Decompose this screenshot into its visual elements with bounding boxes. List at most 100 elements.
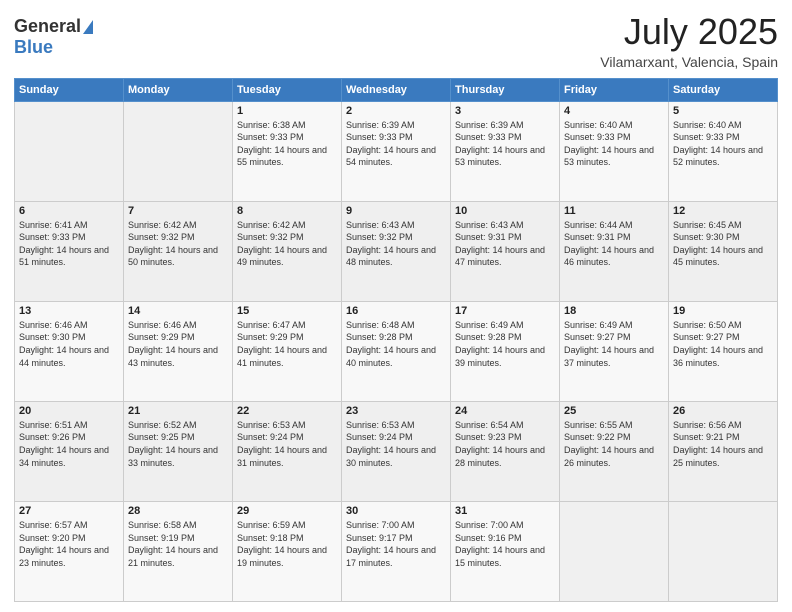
day-info: Sunrise: 6:48 AM Sunset: 9:28 PM Dayligh… [346, 319, 446, 369]
title-block: July 2025 Vilamarxant, Valencia, Spain [600, 12, 778, 70]
table-row: 5 Sunrise: 6:40 AM Sunset: 9:33 PM Daylig… [669, 101, 778, 201]
day-number: 26 [673, 405, 773, 417]
table-row: 13 Sunrise: 6:46 AM Sunset: 9:30 PM Dayli… [15, 301, 124, 401]
table-row: 27 Sunrise: 6:57 AM Sunset: 9:20 PM Dayli… [15, 501, 124, 601]
table-row [669, 501, 778, 601]
day-info: Sunrise: 6:51 AM Sunset: 9:26 PM Dayligh… [19, 419, 119, 469]
table-row: 1Sunrise: 6:38 AM Sunset: 9:33 PM Daylig… [233, 101, 342, 201]
day-number: 31 [455, 505, 555, 517]
table-row [15, 101, 124, 201]
day-number: 8 [237, 205, 337, 217]
day-number: 16 [346, 305, 446, 317]
table-row: 12 Sunrise: 6:45 AM Sunset: 9:30 PM Dayli… [669, 201, 778, 301]
table-row: 4 Sunrise: 6:40 AM Sunset: 9:33 PM Daylig… [560, 101, 669, 201]
calendar-header-row: Sunday Monday Tuesday Wednesday Thursday… [15, 78, 778, 101]
calendar-week-row: 27 Sunrise: 6:57 AM Sunset: 9:20 PM Dayli… [15, 501, 778, 601]
header-friday: Friday [560, 78, 669, 101]
day-info: Sunrise: 6:39 AM Sunset: 9:33 PM Dayligh… [455, 119, 555, 169]
day-number: 3 [455, 105, 555, 117]
header-thursday: Thursday [451, 78, 560, 101]
day-info: Sunrise: 6:42 AM Sunset: 9:32 PM Dayligh… [237, 219, 337, 269]
table-row: 18Sunrise: 6:49 AM Sunset: 9:27 PM Dayli… [560, 301, 669, 401]
page: General Blue July 2025 Vilamarxant, Vale… [0, 0, 792, 612]
day-number: 9 [346, 205, 446, 217]
table-row: 21Sunrise: 6:52 AM Sunset: 9:25 PM Dayli… [124, 401, 233, 501]
day-number: 22 [237, 405, 337, 417]
table-row: 17 Sunrise: 6:49 AM Sunset: 9:28 PM Dayli… [451, 301, 560, 401]
header-wednesday: Wednesday [342, 78, 451, 101]
header-monday: Monday [124, 78, 233, 101]
day-info: Sunrise: 6:53 AM Sunset: 9:24 PM Dayligh… [346, 419, 446, 469]
day-info: Sunrise: 6:43 AM Sunset: 9:31 PM Dayligh… [455, 219, 555, 269]
table-row: 7Sunrise: 6:42 AM Sunset: 9:32 PM Daylig… [124, 201, 233, 301]
day-info: Sunrise: 6:53 AM Sunset: 9:24 PM Dayligh… [237, 419, 337, 469]
month-year-title: July 2025 [600, 12, 778, 52]
day-number: 4 [564, 105, 664, 117]
calendar-week-row: 1Sunrise: 6:38 AM Sunset: 9:33 PM Daylig… [15, 101, 778, 201]
table-row: 2 Sunrise: 6:39 AM Sunset: 9:33 PM Daylig… [342, 101, 451, 201]
day-info: Sunrise: 6:56 AM Sunset: 9:21 PM Dayligh… [673, 419, 773, 469]
day-info: Sunrise: 6:41 AM Sunset: 9:33 PM Dayligh… [19, 219, 119, 269]
logo-blue-text: Blue [14, 37, 53, 58]
table-row [124, 101, 233, 201]
day-info: Sunrise: 6:42 AM Sunset: 9:32 PM Dayligh… [128, 219, 228, 269]
table-row: 9 Sunrise: 6:43 AM Sunset: 9:32 PM Daylig… [342, 201, 451, 301]
table-row: 8 Sunrise: 6:42 AM Sunset: 9:32 PM Daylig… [233, 201, 342, 301]
day-info: Sunrise: 6:47 AM Sunset: 9:29 PM Dayligh… [237, 319, 337, 369]
day-number: 28 [128, 505, 228, 517]
day-info: Sunrise: 6:58 AM Sunset: 9:19 PM Dayligh… [128, 519, 228, 569]
table-row: 30 Sunrise: 7:00 AM Sunset: 9:17 PM Dayli… [342, 501, 451, 601]
day-number: 27 [19, 505, 119, 517]
day-number: 12 [673, 205, 773, 217]
table-row: 23 Sunrise: 6:53 AM Sunset: 9:24 PM Dayli… [342, 401, 451, 501]
table-row: 28 Sunrise: 6:58 AM Sunset: 9:19 PM Dayli… [124, 501, 233, 601]
day-number: 17 [455, 305, 555, 317]
table-row: 20 Sunrise: 6:51 AM Sunset: 9:26 PM Dayli… [15, 401, 124, 501]
day-info: Sunrise: 6:40 AM Sunset: 9:33 PM Dayligh… [564, 119, 664, 169]
day-info: Sunrise: 6:46 AM Sunset: 9:30 PM Dayligh… [19, 319, 119, 369]
table-row: 22 Sunrise: 6:53 AM Sunset: 9:24 PM Dayli… [233, 401, 342, 501]
day-number: 15 [237, 305, 337, 317]
table-row: 16 Sunrise: 6:48 AM Sunset: 9:28 PM Dayli… [342, 301, 451, 401]
table-row: 24 Sunrise: 6:54 AM Sunset: 9:23 PM Dayli… [451, 401, 560, 501]
day-info: Sunrise: 6:43 AM Sunset: 9:32 PM Dayligh… [346, 219, 446, 269]
day-info: Sunrise: 7:00 AM Sunset: 9:17 PM Dayligh… [346, 519, 446, 569]
header-saturday: Saturday [669, 78, 778, 101]
calendar-week-row: 6 Sunrise: 6:41 AM Sunset: 9:33 PM Daylig… [15, 201, 778, 301]
day-number: 10 [455, 205, 555, 217]
day-info: Sunrise: 6:49 AM Sunset: 9:28 PM Dayligh… [455, 319, 555, 369]
day-info: Sunrise: 6:40 AM Sunset: 9:33 PM Dayligh… [673, 119, 773, 169]
table-row: 29Sunrise: 6:59 AM Sunset: 9:18 PM Dayli… [233, 501, 342, 601]
day-info: Sunrise: 6:44 AM Sunset: 9:31 PM Dayligh… [564, 219, 664, 269]
day-info: Sunrise: 6:57 AM Sunset: 9:20 PM Dayligh… [19, 519, 119, 569]
day-info: Sunrise: 6:38 AM Sunset: 9:33 PM Dayligh… [237, 119, 337, 169]
day-number: 2 [346, 105, 446, 117]
day-info: Sunrise: 6:55 AM Sunset: 9:22 PM Dayligh… [564, 419, 664, 469]
day-number: 11 [564, 205, 664, 217]
day-number: 24 [455, 405, 555, 417]
day-number: 20 [19, 405, 119, 417]
day-number: 14 [128, 305, 228, 317]
day-number: 19 [673, 305, 773, 317]
table-row [560, 501, 669, 601]
calendar-week-row: 13 Sunrise: 6:46 AM Sunset: 9:30 PM Dayli… [15, 301, 778, 401]
day-number: 13 [19, 305, 119, 317]
day-info: Sunrise: 6:52 AM Sunset: 9:25 PM Dayligh… [128, 419, 228, 469]
table-row: 10 Sunrise: 6:43 AM Sunset: 9:31 PM Dayli… [451, 201, 560, 301]
day-info: Sunrise: 6:49 AM Sunset: 9:27 PM Dayligh… [564, 319, 664, 369]
day-info: Sunrise: 6:45 AM Sunset: 9:30 PM Dayligh… [673, 219, 773, 269]
table-row: 25Sunrise: 6:55 AM Sunset: 9:22 PM Dayli… [560, 401, 669, 501]
calendar-week-row: 20 Sunrise: 6:51 AM Sunset: 9:26 PM Dayli… [15, 401, 778, 501]
logo-general-text: General [14, 16, 81, 37]
header-tuesday: Tuesday [233, 78, 342, 101]
day-info: Sunrise: 6:46 AM Sunset: 9:29 PM Dayligh… [128, 319, 228, 369]
logo: General Blue [14, 16, 95, 58]
day-number: 23 [346, 405, 446, 417]
day-number: 30 [346, 505, 446, 517]
day-number: 6 [19, 205, 119, 217]
day-info: Sunrise: 6:39 AM Sunset: 9:33 PM Dayligh… [346, 119, 446, 169]
day-info: Sunrise: 6:54 AM Sunset: 9:23 PM Dayligh… [455, 419, 555, 469]
day-number: 5 [673, 105, 773, 117]
day-number: 29 [237, 505, 337, 517]
logo-triangle-icon [83, 20, 93, 34]
